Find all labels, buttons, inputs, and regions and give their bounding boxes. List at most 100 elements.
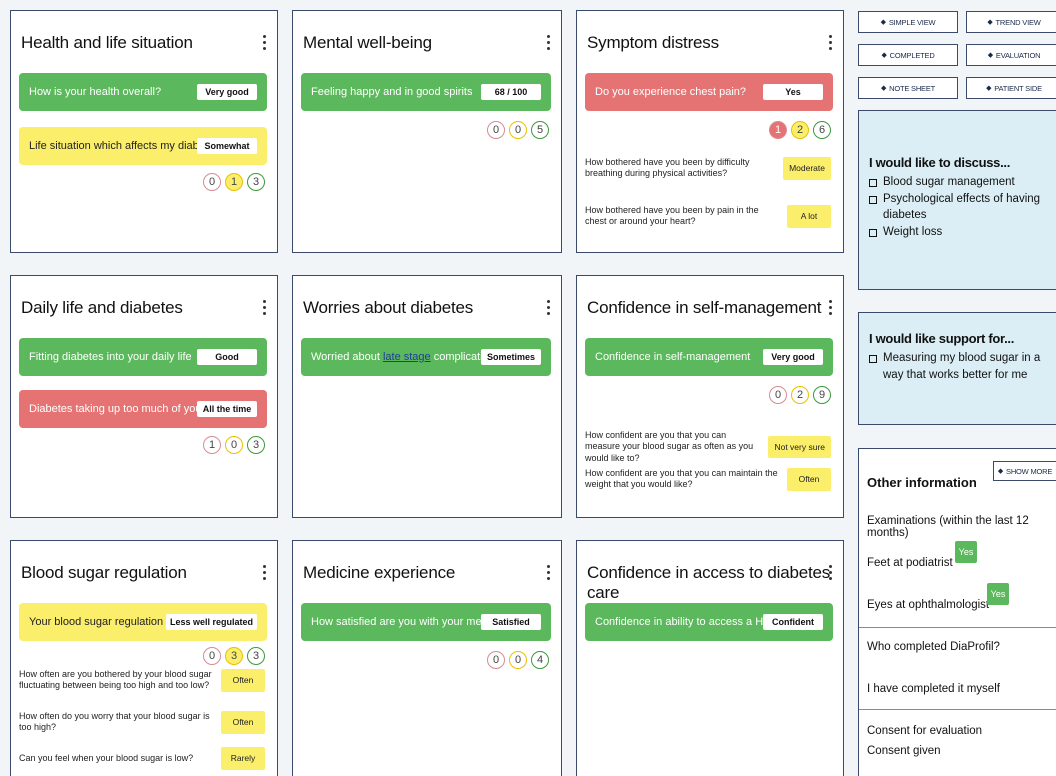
card-mental-well-being: Mental well-being Feeling happy and in g… xyxy=(292,10,562,253)
other-information-panel: Other information ◆ SHOW MORE Examination… xyxy=(858,448,1056,776)
examinations-heading: Examinations (within the last 12 months) xyxy=(867,515,1029,539)
question-pill[interactable]: Your blood sugar regulation past month? … xyxy=(19,603,267,641)
answer-badge: Somewhat xyxy=(197,138,257,154)
late-stage-link[interactable]: late stage xyxy=(383,351,431,363)
kebab-menu-icon[interactable] xyxy=(547,35,551,51)
feet-yes-badge: Yes xyxy=(955,541,977,563)
question-label: Your blood sugar regulation past month? xyxy=(29,616,166,628)
checkbox-icon xyxy=(869,195,877,204)
sub-question: Can you feel when your blood sugar is lo… xyxy=(19,747,265,770)
divider xyxy=(859,627,1056,628)
kebab-menu-icon[interactable] xyxy=(263,300,267,316)
card-worries-diabetes: Worries about diabetes Worried about lat… xyxy=(292,275,562,518)
red-count: 0 xyxy=(769,386,787,404)
sub-answer-badge: A lot xyxy=(787,205,831,228)
card-title: Confidence in self-management xyxy=(587,298,822,317)
card-confidence-self-management: Confidence in self-management Confidence… xyxy=(576,275,844,518)
sub-answer-badge: Not very sure xyxy=(768,435,831,459)
sub-question-label: Can you feel when your blood sugar is lo… xyxy=(19,752,194,763)
trend-view-button[interactable]: ◆ TREND VIEW xyxy=(966,11,1056,33)
question-pill[interactable]: How is your health overall? Very good xyxy=(19,73,267,111)
question-label: Life situation which affects my diabetes xyxy=(29,140,197,152)
question-pill[interactable]: Fitting diabetes into your daily life Go… xyxy=(19,338,267,376)
kebab-menu-icon[interactable] xyxy=(547,300,551,316)
question-pill[interactable]: Worried about late stage complications? … xyxy=(301,338,551,376)
diamond-icon: ◆ xyxy=(880,19,886,26)
sub-question: How confident are you that you can maint… xyxy=(585,468,831,491)
completed-button[interactable]: ◆ COMPLETED xyxy=(858,44,958,66)
score-counts: 0 0 5 xyxy=(487,121,549,139)
evaluation-button[interactable]: ◆ EVALUATION xyxy=(966,44,1056,66)
card-title: Health and life situation xyxy=(21,33,193,52)
button-label: EVALUATION xyxy=(995,50,1041,60)
kebab-menu-icon[interactable] xyxy=(829,35,833,51)
other-information-title: Other information xyxy=(867,475,977,490)
score-counts: 1 2 6 xyxy=(769,121,831,139)
patient-side-button[interactable]: ◆ PATIENT SIDE xyxy=(966,77,1056,99)
list-item: Blood sugar management xyxy=(869,174,1056,191)
question-label: How is your health overall? xyxy=(29,86,162,98)
who-completed-value: I have completed it myself xyxy=(867,683,1000,695)
consent-heading: Consent for evaluation xyxy=(867,725,983,737)
question-pill[interactable]: Confidence in ability to access a HCP Co… xyxy=(585,603,833,641)
kebab-menu-icon[interactable] xyxy=(829,300,833,316)
sub-question-label: How bothered have you been by pain in th… xyxy=(585,205,759,227)
card-title: Medicine experience xyxy=(303,563,456,582)
answer-badge: 68 / 100 xyxy=(481,84,541,100)
question-label: Feeling happy and in good spirits xyxy=(311,86,473,98)
question-pill[interactable]: How satisfied are you with your medicati… xyxy=(301,603,551,641)
list-item-label: Measuring my blood sugar in a way that w… xyxy=(883,352,1041,381)
sub-question-label: How often do you worry that your blood s… xyxy=(19,711,210,733)
red-count: 0 xyxy=(203,647,221,665)
green-count: 9 xyxy=(813,386,831,404)
green-count: 6 xyxy=(813,121,831,139)
kebab-menu-icon[interactable] xyxy=(547,565,551,581)
red-count: 0 xyxy=(487,121,505,139)
green-count: 3 xyxy=(247,436,265,454)
card-title: Blood sugar regulation xyxy=(21,563,187,582)
question-pill[interactable]: Confidence in self-management Very good xyxy=(585,338,833,376)
red-count: 1 xyxy=(203,436,221,454)
answer-badge: Yes xyxy=(763,84,823,100)
divider xyxy=(859,709,1056,710)
answer-badge: Satisfied xyxy=(481,614,541,630)
question-pill[interactable]: Feeling happy and in good spirits 68 / 1… xyxy=(301,73,551,111)
sub-question: How often are you bothered by your blood… xyxy=(19,669,265,692)
kebab-menu-icon[interactable] xyxy=(263,565,267,581)
diamond-icon: ◆ xyxy=(880,85,887,92)
discuss-title: I would like to discuss... xyxy=(869,155,1011,170)
card-title: Symptom distress xyxy=(587,33,719,52)
note-sheet-button[interactable]: ◆ NOTE SHEET xyxy=(858,77,958,99)
red-count: 0 xyxy=(487,651,505,669)
red-count: 0 xyxy=(203,173,221,191)
answer-badge: All the time xyxy=(197,401,257,417)
question-label: Confidence in ability to access a HCP xyxy=(595,616,763,628)
support-panel: I would like support for... Measuring my… xyxy=(858,312,1056,425)
diamond-icon: ◆ xyxy=(997,468,1004,475)
kebab-menu-icon[interactable] xyxy=(829,565,833,581)
question-pill[interactable]: Do you experience chest pain? Yes xyxy=(585,73,833,111)
discuss-list: Blood sugar management Psychological eff… xyxy=(869,174,1056,241)
eyes-yes-badge: Yes xyxy=(987,583,1009,605)
question-pill[interactable]: Diabetes taking up too much of your life… xyxy=(19,390,267,428)
checkbox-icon xyxy=(869,179,877,187)
simple-view-button[interactable]: ◆ SIMPLE VIEW xyxy=(858,11,958,33)
show-more-button[interactable]: ◆ SHOW MORE xyxy=(993,461,1056,481)
yellow-count: 2 xyxy=(791,121,809,139)
sub-question: How often do you worry that your blood s… xyxy=(19,711,265,734)
question-pill[interactable]: Life situation which affects my diabetes… xyxy=(19,127,267,165)
sub-question: How bothered have you been by pain in th… xyxy=(585,205,831,228)
who-completed-heading: Who completed DiaProfil? xyxy=(867,641,1000,653)
button-label: COMPLETED xyxy=(889,50,935,60)
score-counts: 0 0 4 xyxy=(487,651,549,669)
eyes-ophthalmologist-label: Eyes at ophthalmologist xyxy=(867,599,990,611)
kebab-menu-icon[interactable] xyxy=(263,35,267,51)
feet-podiatrist-label: Feet at podiatrist xyxy=(867,557,953,569)
sub-question-label: How confident are you that you can measu… xyxy=(585,430,754,463)
card-title: Worries about diabetes xyxy=(303,298,474,317)
card-title: Daily life and diabetes xyxy=(21,298,183,317)
card-title: Confidence in access to diabetes care xyxy=(587,563,831,602)
question-label: How satisfied are you with your medicati… xyxy=(311,616,481,628)
support-list: Measuring my blood sugar in a way that w… xyxy=(869,350,1056,383)
card-blood-sugar-regulation: Blood sugar regulation Your blood sugar … xyxy=(10,540,278,776)
